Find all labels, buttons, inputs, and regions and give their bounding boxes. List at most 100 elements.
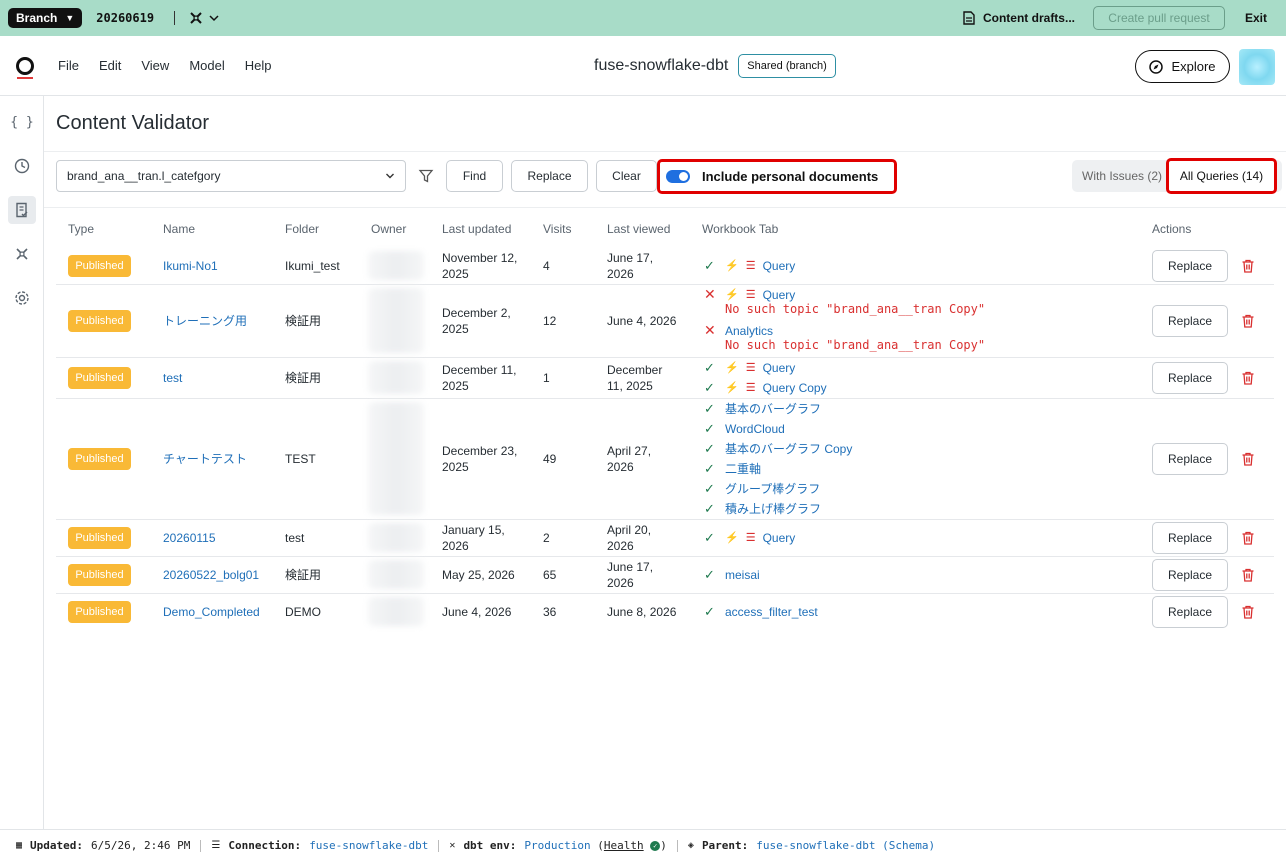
connection-link[interactable]: fuse-snowflake-dbt — [309, 839, 428, 852]
gear-icon[interactable] — [8, 284, 36, 312]
replace-all-button[interactable]: Replace — [511, 160, 588, 192]
menu-edit[interactable]: Edit — [99, 58, 121, 73]
clear-button[interactable]: Clear — [596, 160, 657, 192]
replace-button[interactable]: Replace — [1152, 595, 1228, 628]
col-last-updated[interactable]: Last updated — [442, 222, 511, 236]
visits-cell: 2 — [543, 530, 550, 545]
trash-icon[interactable] — [1240, 370, 1256, 386]
workbook-tab-link[interactable]: 基本のバーグラフ Copy — [725, 440, 852, 457]
trash-icon[interactable] — [1240, 258, 1256, 274]
check-icon: ✓ — [704, 500, 715, 516]
with-issues-tab[interactable]: With Issues (2) — [1072, 160, 1172, 192]
dbt-env-link[interactable]: Production — [524, 839, 590, 852]
shared-branch-badge[interactable]: Shared (branch) — [738, 54, 836, 78]
visits-cell: 65 — [543, 567, 557, 582]
parent-link[interactable]: fuse-snowflake-dbt (Schema) — [756, 839, 935, 852]
dbt-icon[interactable] — [8, 240, 36, 268]
col-last-viewed[interactable]: Last viewed — [607, 222, 670, 236]
workbook-tab-link[interactable]: グループ棒グラフ — [725, 480, 820, 497]
col-folder[interactable]: Folder — [285, 222, 319, 236]
workbook-tab-link[interactable]: Query — [763, 288, 796, 302]
workbook-tab-entry: ✓ ⚡ ☰ Query — [704, 360, 795, 376]
col-owner[interactable]: Owner — [371, 222, 406, 236]
menu-bar: File Edit View Model Help — [58, 58, 271, 73]
replace-button[interactable]: Replace — [1152, 442, 1228, 475]
content-validator-icon[interactable] — [8, 196, 36, 224]
find-button[interactable]: Find — [446, 160, 503, 192]
document-name-link[interactable]: test — [163, 370, 182, 386]
last-updated-year: 2025 — [442, 266, 469, 281]
menu-file[interactable]: File — [58, 58, 79, 73]
trash-icon[interactable] — [1240, 530, 1256, 546]
replace-button[interactable]: Replace — [1152, 558, 1228, 591]
status-bar: ▦ Updated: 6/5/26, 2:46 PM ☰ Connection:… — [0, 829, 1286, 861]
col-name[interactable]: Name — [163, 222, 195, 236]
toggle-switch[interactable] — [666, 170, 690, 183]
row-divider — [56, 519, 1274, 520]
document-name-link[interactable]: Ikumi-No1 — [163, 258, 218, 274]
all-queries-tab[interactable]: All Queries (14) — [1166, 158, 1277, 194]
col-type[interactable]: Type — [68, 222, 94, 236]
braces-icon[interactable]: { } — [8, 108, 36, 136]
col-workbook-tab[interactable]: Workbook Tab — [702, 222, 778, 236]
menu-help[interactable]: Help — [245, 58, 272, 73]
replace-button[interactable]: Replace — [1152, 361, 1228, 394]
document-name-link[interactable]: Demo_Completed — [163, 604, 260, 620]
trash-icon[interactable] — [1240, 451, 1256, 467]
menu-view[interactable]: View — [141, 58, 169, 73]
exit-button[interactable]: Exit — [1245, 11, 1267, 25]
check-icon: ✓ — [704, 440, 715, 456]
workbook-tab-link[interactable]: Query — [763, 259, 796, 273]
last-viewed-year: 2026 — [607, 459, 634, 474]
owner-avatar-blurred — [368, 251, 424, 280]
last-viewed-year: 11, 2025 — [607, 378, 653, 393]
error-x-icon: ✕ — [704, 322, 716, 338]
workbook-tab-link[interactable]: Analytics — [725, 324, 773, 338]
explore-button[interactable]: Explore — [1135, 50, 1230, 83]
include-personal-documents-toggle[interactable]: Include personal documents — [657, 159, 897, 194]
avatar[interactable] — [1239, 49, 1275, 85]
left-rail: { } — [0, 96, 44, 829]
replace-button[interactable]: Replace — [1152, 521, 1228, 554]
topic-field-select[interactable]: brand_ana__tran.l_catefgory — [56, 160, 406, 192]
trash-icon[interactable] — [1240, 567, 1256, 583]
workbook-tab-link[interactable]: Query — [763, 361, 796, 375]
database-stack-icon: ☰ — [745, 532, 756, 544]
filter-icon[interactable] — [418, 168, 434, 184]
health-link[interactable]: Health — [604, 839, 644, 852]
create-pull-request-button[interactable]: Create pull request — [1092, 6, 1225, 30]
last-updated-cell: June 4, 2026 — [442, 604, 512, 619]
history-icon[interactable] — [8, 152, 36, 180]
omni-logo-icon[interactable] — [16, 56, 34, 79]
col-actions: Actions — [1152, 222, 1192, 236]
workbook-tab-link[interactable]: access_filter_test — [725, 605, 818, 619]
last-updated-year: 2025 — [442, 378, 469, 393]
workbook-tab-link[interactable]: Query Copy — [763, 381, 827, 395]
document-name-link[interactable]: 20260522_bolg01 — [163, 567, 259, 583]
menu-model[interactable]: Model — [189, 58, 224, 73]
content-drafts-button[interactable]: Content drafts... — [963, 11, 1075, 25]
last-viewed-cell: June 17, — [607, 250, 654, 265]
document-name-link[interactable]: チャートテスト — [163, 451, 247, 467]
dbt-icon: ✕ — [449, 840, 456, 851]
document-name-link[interactable]: トレーニング用 — [163, 313, 247, 329]
trash-icon[interactable] — [1240, 313, 1256, 329]
workbook-tab-entry: ✓ ⚡ ☰ Query — [704, 530, 795, 546]
workbook-tab-link[interactable]: 積み上げ棒グラフ — [725, 500, 821, 517]
workbook-tab-link[interactable]: 基本のバーグラフ — [725, 400, 821, 417]
compass-icon — [1149, 59, 1164, 74]
replace-button[interactable]: Replace — [1152, 249, 1228, 282]
branch-dropdown[interactable]: Branch ▼ — [8, 8, 83, 28]
last-updated-cell: November 12, — [442, 250, 518, 265]
status-badge: Published — [68, 447, 131, 470]
workbook-tab-link[interactable]: Query — [763, 531, 796, 545]
document-name-link[interactable]: 20260115 — [163, 530, 216, 546]
replace-button[interactable]: Replace — [1152, 304, 1228, 337]
dbt-menu-button[interactable] — [189, 11, 219, 25]
workbook-tab-link[interactable]: 二重軸 — [725, 460, 761, 477]
trash-icon[interactable] — [1240, 604, 1256, 620]
col-visits[interactable]: Visits — [543, 222, 571, 236]
calendar-icon: ▦ — [16, 840, 23, 851]
workbook-tab-link[interactable]: meisai — [725, 568, 760, 582]
workbook-tab-link[interactable]: WordCloud — [725, 422, 785, 436]
